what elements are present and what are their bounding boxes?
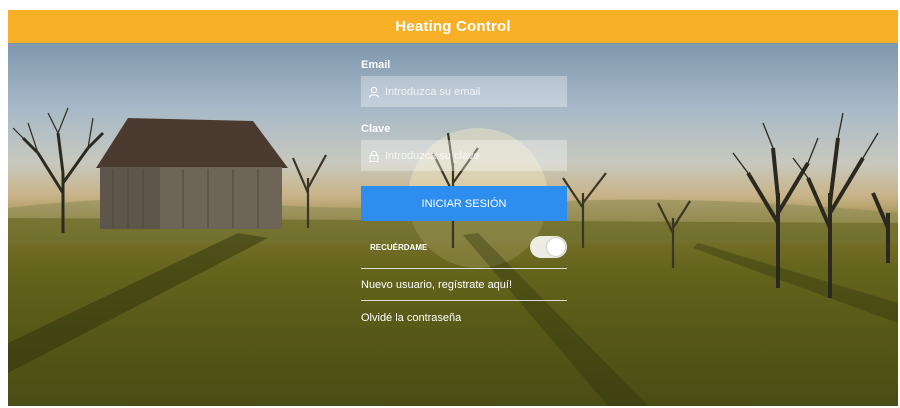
remember-me-toggle[interactable]: [530, 236, 567, 258]
password-input[interactable]: [385, 149, 565, 162]
user-icon: [367, 85, 380, 98]
remember-me-label: RECUÉRDAME: [370, 243, 428, 252]
lock-icon: [367, 149, 380, 162]
password-label: Clave: [361, 123, 391, 135]
register-link[interactable]: Nuevo usuario, regístrate aquí!: [361, 279, 512, 291]
email-input[interactable]: [385, 85, 565, 98]
app-title: Heating Control: [395, 18, 511, 35]
email-label: Email: [361, 59, 391, 71]
app-window: Heating Control Email Introduzca su emai…: [8, 10, 898, 406]
app-header: Heating Control: [8, 10, 898, 43]
login-button[interactable]: INICIAR SESIÓN: [361, 186, 567, 221]
toggle-knob: [547, 238, 565, 256]
password-field[interactable]: [361, 140, 567, 171]
divider: [361, 300, 567, 301]
email-field[interactable]: [361, 76, 567, 107]
divider: [361, 268, 567, 269]
forgot-password-link[interactable]: Olvidé la contraseña: [361, 312, 461, 324]
